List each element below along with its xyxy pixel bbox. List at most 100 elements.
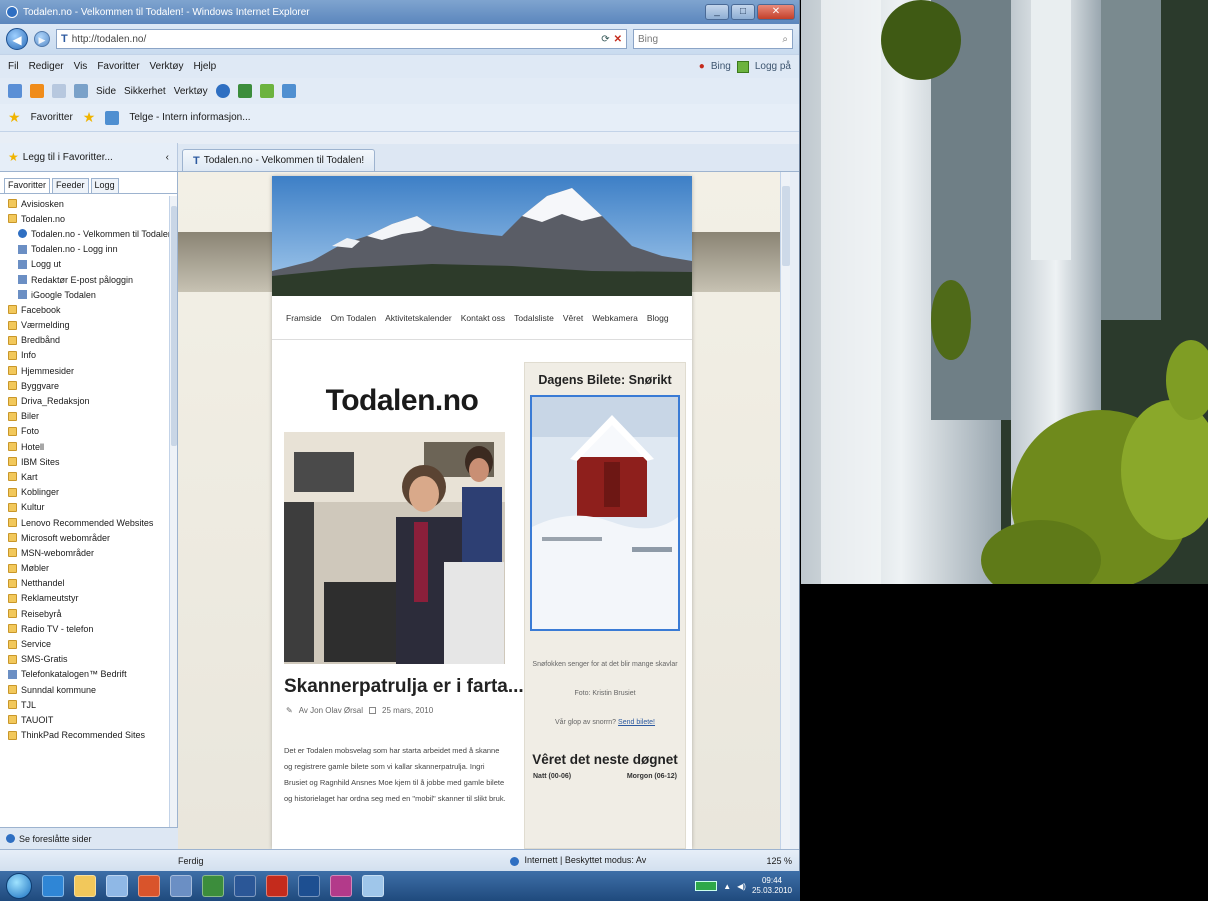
favorite-item[interactable]: Reklameutstyr — [0, 591, 170, 606]
favorite-item[interactable]: Hjemmesider — [0, 363, 170, 378]
favbar-item[interactable]: Telge - Intern informasjon... — [129, 112, 250, 123]
favorite-item[interactable]: Møbler — [0, 561, 170, 576]
search-input[interactable]: Bing ⌕ — [633, 29, 793, 49]
favorite-item[interactable]: Todalen.no - Velkommen til Todalen! — [0, 226, 170, 241]
back-button[interactable]: ◀ — [6, 28, 28, 50]
favorites-scrollbar[interactable] — [169, 196, 177, 841]
app3-taskbar-icon[interactable] — [298, 875, 320, 897]
post-photo[interactable] — [284, 432, 505, 664]
forward-button[interactable]: ▶ — [34, 31, 50, 47]
favorites-star-icon[interactable]: ★ — [8, 109, 21, 126]
favorite-item[interactable]: Telefonkatalogen™ Bedrift — [0, 667, 170, 682]
site-nav-item[interactable]: Webkamera — [592, 313, 638, 323]
favorites-button[interactable]: Favoritter — [31, 112, 73, 123]
site-nav-item[interactable]: Blogg — [647, 313, 669, 323]
app2-taskbar-icon[interactable] — [170, 875, 192, 897]
mail-icon[interactable] — [52, 84, 66, 98]
favorite-item[interactable]: Reisebyrå — [0, 606, 170, 621]
see-suggested-sites[interactable]: Se foreslåtte sider — [0, 827, 178, 849]
app-taskbar-icon[interactable] — [106, 875, 128, 897]
site-title[interactable]: Todalen.no — [282, 384, 522, 418]
word-taskbar-icon[interactable] — [234, 875, 256, 897]
research-icon[interactable] — [237, 84, 252, 98]
favorite-item[interactable]: SMS-Gratis — [0, 652, 170, 667]
tab-favorites[interactable]: Favoritter — [4, 178, 51, 193]
login-link[interactable]: Logg på — [755, 61, 791, 72]
favorite-item[interactable]: Værmelding — [0, 318, 170, 333]
explorer-taskbar-icon[interactable] — [74, 875, 96, 897]
clock[interactable]: 09:44 25.03.2010 — [752, 876, 792, 896]
favorite-item[interactable]: Logg ut — [0, 257, 170, 272]
daily-picture[interactable] — [530, 395, 680, 631]
blog-icon[interactable] — [281, 84, 296, 98]
print-icon[interactable] — [74, 84, 88, 98]
cmd-safety[interactable]: Sikkerhet — [124, 86, 166, 97]
favorite-item[interactable]: ThinkPad Recommended Sites — [0, 728, 170, 743]
bing-toolbar-label[interactable]: Bing — [711, 61, 731, 72]
site-nav-item[interactable]: Om Todalen — [330, 313, 376, 323]
favorite-item[interactable]: Bredbånd — [0, 333, 170, 348]
address-bar[interactable]: T http://todalen.no/ ⟳ ✕ — [56, 29, 627, 49]
favorite-item[interactable]: TAUOIT — [0, 712, 170, 727]
tab-history[interactable]: Logg — [90, 178, 119, 193]
favorite-item[interactable]: Radio TV - telefon — [0, 621, 170, 636]
cmd-tools[interactable]: Verktøy — [174, 86, 208, 97]
toolbar-green-icon[interactable] — [736, 60, 749, 73]
app4-taskbar-icon[interactable] — [330, 875, 352, 897]
excel-taskbar-icon[interactable] — [202, 875, 224, 897]
menu-tools[interactable]: Verktøy — [150, 61, 184, 72]
home-icon[interactable] — [8, 84, 22, 98]
favorite-item[interactable]: Todalen.no - Logg inn — [0, 242, 170, 257]
menu-edit[interactable]: Rediger — [29, 61, 64, 72]
add-favorite-icon[interactable]: ★ — [83, 109, 96, 126]
menu-favorites[interactable]: Favoritter — [97, 61, 139, 72]
site-nav-item[interactable]: Kontakt oss — [461, 313, 505, 323]
favorite-item[interactable]: Redaktør E-post påloggin — [0, 272, 170, 287]
favorite-item[interactable]: Kart — [0, 469, 170, 484]
favorite-item[interactable]: Driva_Redaksjon — [0, 393, 170, 408]
office-taskbar-icon[interactable] — [138, 875, 160, 897]
refresh-icon[interactable]: ⟳ — [601, 34, 609, 45]
cmd-page[interactable]: Side — [96, 86, 116, 97]
start-button[interactable] — [6, 873, 32, 899]
post-author[interactable]: Av Jon Olav Ørsal — [299, 706, 363, 715]
scroll-thumb[interactable] — [171, 206, 177, 446]
site-nav-item[interactable]: Vêret — [563, 313, 583, 323]
favorite-item[interactable]: Lenovo Recommended Websites — [0, 515, 170, 530]
favorite-item[interactable]: Avisiosken — [0, 196, 170, 211]
favorite-item[interactable]: MSN-webområder — [0, 545, 170, 560]
volume-icon[interactable]: ◀) — [737, 882, 746, 891]
post-title[interactable]: Skannerpatrulja er i farta... — [284, 676, 524, 698]
search-icon[interactable]: ⌕ — [782, 34, 788, 45]
menu-help[interactable]: Hjelp — [193, 61, 216, 72]
pdf-taskbar-icon[interactable] — [266, 875, 288, 897]
favorite-item[interactable]: Byggvare — [0, 378, 170, 393]
maximize-button[interactable]: □ — [731, 4, 755, 20]
minimize-button[interactable]: _ — [705, 4, 729, 20]
favorite-item[interactable]: TJL — [0, 697, 170, 712]
addon-icon[interactable] — [259, 84, 274, 98]
tab-active[interactable]: T Todalen.no - Velkommen til Todalen! — [182, 149, 376, 171]
stop-icon[interactable]: ✕ — [614, 34, 622, 45]
favorite-item[interactable]: Hotell — [0, 439, 170, 454]
address-url[interactable]: http://todalen.no/ — [72, 34, 597, 45]
favorite-item[interactable]: Facebook — [0, 302, 170, 317]
content-scroll-thumb[interactable] — [782, 186, 790, 266]
menu-file[interactable]: Fil — [8, 61, 19, 72]
favorite-item[interactable]: Foto — [0, 424, 170, 439]
feeds-icon[interactable] — [30, 84, 44, 98]
favorite-item[interactable]: Microsoft webområder — [0, 530, 170, 545]
battery-icon[interactable] — [695, 881, 718, 891]
send-picture-link[interactable]: Send bilete! — [618, 719, 655, 726]
menu-view[interactable]: Vis — [74, 61, 88, 72]
zoom-level[interactable]: 125 % — [710, 856, 799, 866]
close-button[interactable]: ✕ — [757, 4, 795, 20]
help-icon[interactable] — [215, 84, 230, 98]
favorite-item[interactable]: Sunndal kommune — [0, 682, 170, 697]
favorite-item[interactable]: IBM Sites — [0, 454, 170, 469]
site-nav-item[interactable]: Framside — [286, 313, 321, 323]
app5-taskbar-icon[interactable] — [362, 875, 384, 897]
favorite-item[interactable]: Koblinger — [0, 485, 170, 500]
site-nav-item[interactable]: Todalsliste — [514, 313, 554, 323]
favorite-item[interactable]: Service — [0, 636, 170, 651]
